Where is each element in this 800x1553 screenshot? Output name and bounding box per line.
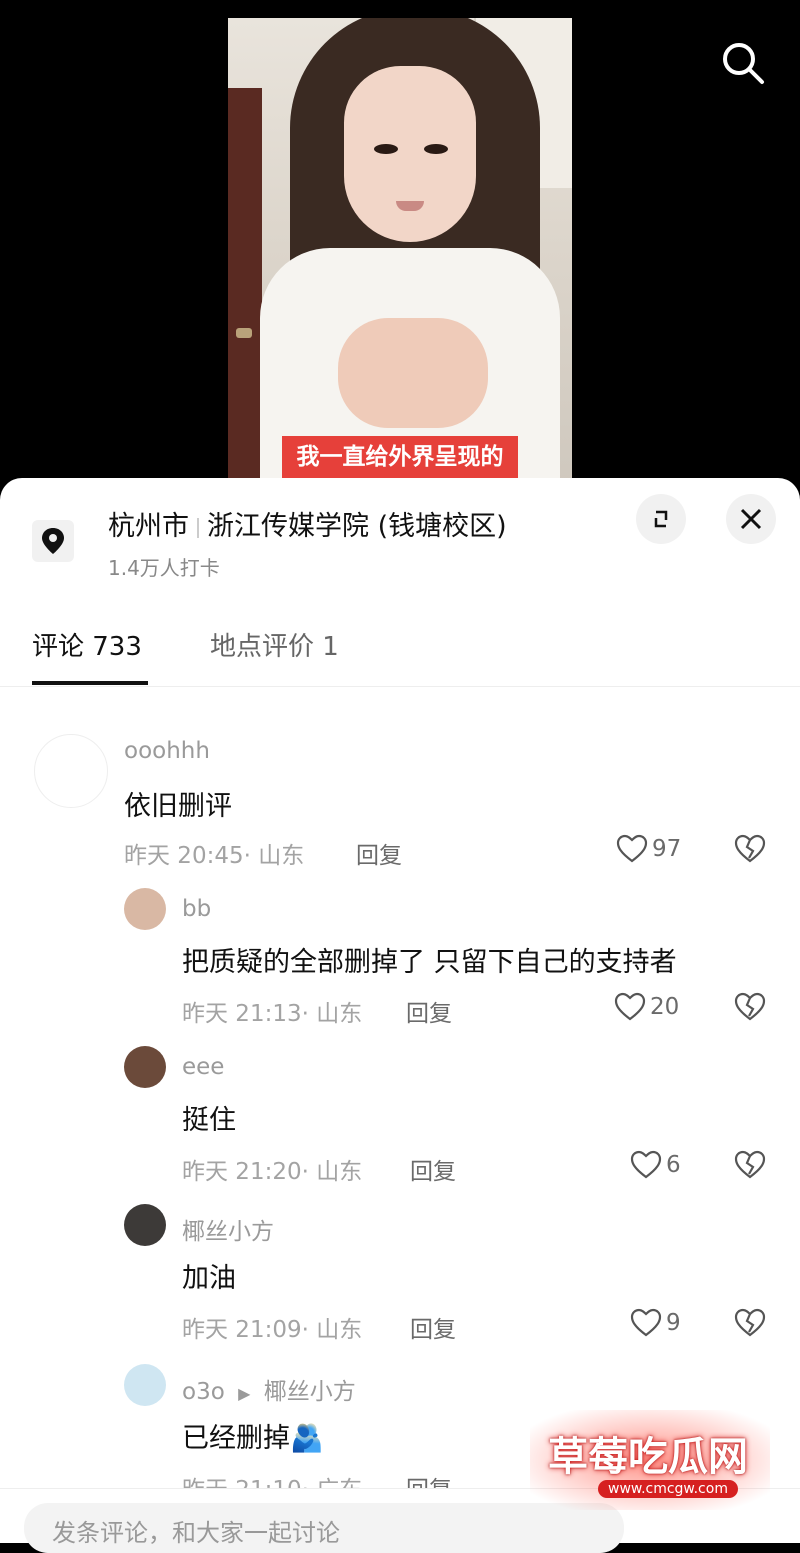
avatar[interactable] — [124, 1046, 166, 1088]
heart-icon — [630, 1308, 662, 1337]
door-handle — [236, 328, 252, 338]
reply-button[interactable]: 回复 — [356, 836, 402, 870]
comment-input-placeholder: 发条评论，和大家一起讨论 — [52, 1519, 340, 1547]
door — [228, 88, 262, 488]
dislike-icon[interactable] — [734, 992, 766, 1022]
avatar[interactable] — [124, 888, 166, 930]
like-button[interactable]: 6 — [630, 1150, 681, 1180]
comment-text: 依旧删评 — [124, 791, 232, 822]
mouth — [396, 201, 424, 211]
video-player[interactable]: 我一直给外界呈现的 — [0, 0, 800, 500]
comment-username[interactable]: ooohhh — [124, 738, 210, 764]
like-count: 20 — [650, 994, 680, 1020]
comment-meta: 昨天 20:45· 山东 — [124, 843, 305, 869]
tab-bar: 评论 733 地点评价 1 — [0, 598, 800, 687]
expand-icon — [654, 510, 668, 528]
watermark-logo: 草莓吃瓜网 www.cmcgw.com — [530, 1410, 770, 1510]
location-place: 浙江传媒学院 (钱塘校区) — [207, 511, 507, 542]
dislike-icon[interactable] — [734, 1150, 766, 1180]
like-button[interactable]: 97 — [616, 834, 681, 864]
comment-text: 加油 — [182, 1263, 236, 1294]
tab-place-reviews[interactable]: 地点评价 1 — [210, 626, 339, 663]
comment-meta: 昨天 21:13· 山东 — [182, 1001, 363, 1027]
comment-text: 把质疑的全部删掉了 只留下自己的支持者 — [182, 947, 677, 978]
location-city: 杭州市 — [108, 511, 189, 542]
like-count: 6 — [666, 1152, 681, 1178]
dislike-icon[interactable] — [734, 1308, 766, 1338]
reply-button[interactable]: 回复 — [410, 1310, 456, 1344]
reply-button[interactable]: 回复 — [410, 1152, 456, 1186]
checkin-count: 1.4万人打卡 — [108, 556, 220, 580]
tab-comments[interactable]: 评论 733 — [32, 626, 142, 663]
hands — [338, 318, 488, 428]
close-button[interactable] — [726, 494, 776, 544]
like-button[interactable]: 9 — [630, 1308, 681, 1338]
avatar[interactable] — [124, 1204, 166, 1246]
avatar[interactable] — [34, 734, 108, 808]
location-title[interactable]: 杭州市 浙江传媒学院 (钱塘校区) — [108, 504, 507, 543]
face — [344, 66, 476, 242]
search-icon[interactable] — [718, 38, 768, 88]
reply-arrow-icon: ▶ — [238, 1384, 251, 1403]
dislike-icon[interactable] — [734, 834, 766, 864]
title-separator — [197, 517, 199, 538]
like-count: 97 — [652, 836, 682, 862]
comment-username-row: o3o ▶ 椰丝小方 — [182, 1372, 356, 1406]
left-eye — [374, 144, 398, 154]
comment-username[interactable]: 椰丝小方 — [182, 1212, 274, 1246]
comment-text: 已经删掉🫂 — [182, 1423, 324, 1454]
reply-button[interactable]: 回复 — [406, 994, 452, 1028]
heart-icon — [630, 1150, 662, 1179]
comment-input[interactable]: 发条评论，和大家一起讨论 — [24, 1503, 624, 1553]
watermark-url: www.cmcgw.com — [598, 1480, 738, 1498]
comment-meta: 昨天 21:20· 山东 — [182, 1159, 363, 1185]
video-caption: 我一直给外界呈现的 — [282, 436, 518, 478]
video-frame — [228, 18, 572, 488]
expand-button[interactable] — [636, 494, 686, 544]
comment-username[interactable]: o3o — [182, 1379, 225, 1405]
reply-to-username[interactable]: 椰丝小方 — [264, 1379, 356, 1405]
heart-icon — [614, 992, 646, 1021]
like-count: 9 — [666, 1310, 681, 1336]
location-pin-icon — [32, 520, 74, 562]
watermark-title: 草莓吃瓜网 — [548, 1434, 748, 1480]
comment-username[interactable]: eee — [182, 1054, 224, 1080]
heart-icon — [616, 834, 648, 863]
comment-username[interactable]: bb — [182, 896, 211, 922]
like-button[interactable]: 20 — [614, 992, 679, 1022]
comment-panel: 杭州市 浙江传媒学院 (钱塘校区) 1.4万人打卡 评论 733 地点评价 1 o… — [0, 478, 800, 1542]
right-eye — [424, 144, 448, 154]
close-icon — [740, 508, 762, 530]
comment-text: 挺住 — [182, 1105, 236, 1136]
comment-meta: 昨天 21:09· 山东 — [182, 1317, 363, 1343]
active-tab-indicator — [32, 681, 148, 685]
avatar[interactable] — [124, 1364, 166, 1406]
